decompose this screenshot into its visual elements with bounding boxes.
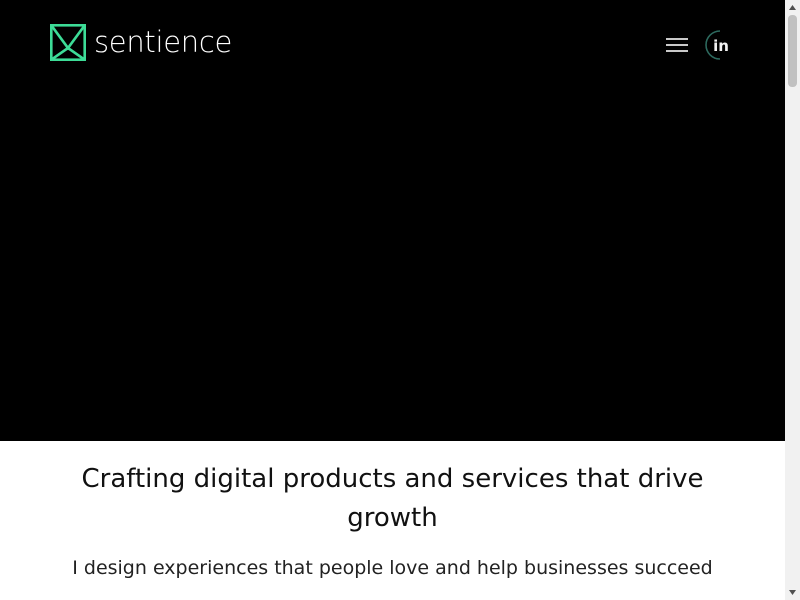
linkedin-ring-icon [705,30,721,60]
arrow-up-icon [789,5,796,10]
page: sentience in Crafting digital products a… [0,0,785,600]
intro-section: Crafting digital products and services t… [0,441,785,600]
sentience-logo-icon [50,24,86,61]
tagline: I design experiences that people love an… [72,557,713,579]
hamburger-icon [666,38,688,52]
logo-link[interactable]: sentience [50,24,232,61]
logo-wordmark: sentience [94,25,233,59]
arrow-down-icon [789,590,796,595]
headline: Crafting digital products and services t… [81,464,704,533]
scrollbar-thumb[interactable] [788,15,797,87]
scroll-down-icon[interactable] [785,585,800,600]
linkedin-button[interactable]: in [705,30,735,60]
menu-button[interactable] [664,34,690,56]
scroll-up-icon[interactable] [785,0,800,15]
hero-section: sentience in [0,0,785,441]
vertical-scrollbar[interactable] [785,0,800,600]
